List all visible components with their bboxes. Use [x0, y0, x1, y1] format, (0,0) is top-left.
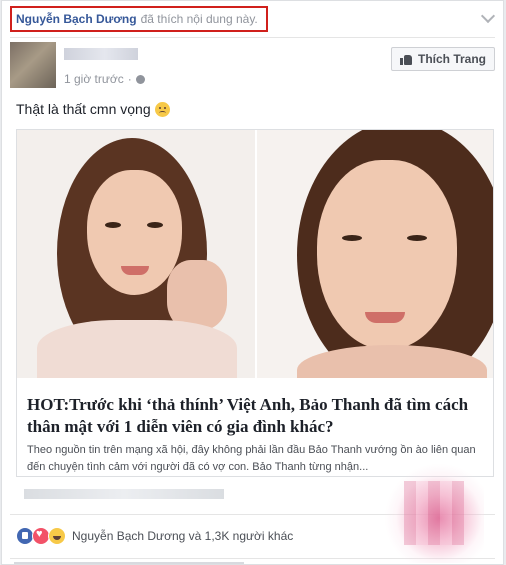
page-avatar[interactable]	[10, 42, 56, 88]
actor-name-link[interactable]: Nguyễn Bạch Dương	[16, 12, 137, 26]
haha-reaction-icon	[48, 527, 66, 545]
attachment-title[interactable]: HOT:Trước khi ‘thả thính’ Việt Anh, Bảo …	[27, 394, 483, 438]
post-timestamp[interactable]: 1 giờ trước	[64, 72, 124, 86]
globe-icon	[135, 74, 145, 84]
attachment-image-left[interactable]	[17, 130, 255, 378]
attachment-image-right[interactable]	[257, 130, 493, 378]
divider	[10, 37, 495, 38]
feed-story-card: Nguyễn Bạch Dương đã thích nội dung này.…	[1, 0, 504, 565]
reactions-names[interactable]: Nguyễn Bạch Dương và 1,3K người khác	[72, 529, 293, 543]
blurred-overlay	[384, 463, 484, 563]
reactions-summary[interactable]: Nguyễn Bạch Dương và 1,3K người khác	[16, 527, 293, 545]
attachment-source-blurred	[24, 489, 224, 499]
thumb-up-icon	[399, 54, 412, 65]
link-attachment[interactable]: HOT:Trước khi ‘thả thính’ Việt Anh, Bảo …	[16, 129, 494, 477]
worried-face-emoji-icon	[154, 101, 170, 117]
like-page-label: Thích Trang	[417, 52, 486, 66]
post-meta: 1 giờ trước ·	[64, 72, 145, 86]
post-message: Thật là thất cmn vọng	[16, 101, 151, 117]
story-header: Nguyễn Bạch Dương đã thích nội dung này.	[10, 6, 268, 32]
chevron-down-icon[interactable]	[480, 8, 496, 24]
like-page-button[interactable]: Thích Trang	[390, 47, 495, 71]
post-text: Thật là thất cmn vọng	[16, 101, 170, 117]
page-name-blurred[interactable]	[64, 48, 138, 60]
story-action-text: đã thích nội dung này.	[140, 12, 258, 26]
